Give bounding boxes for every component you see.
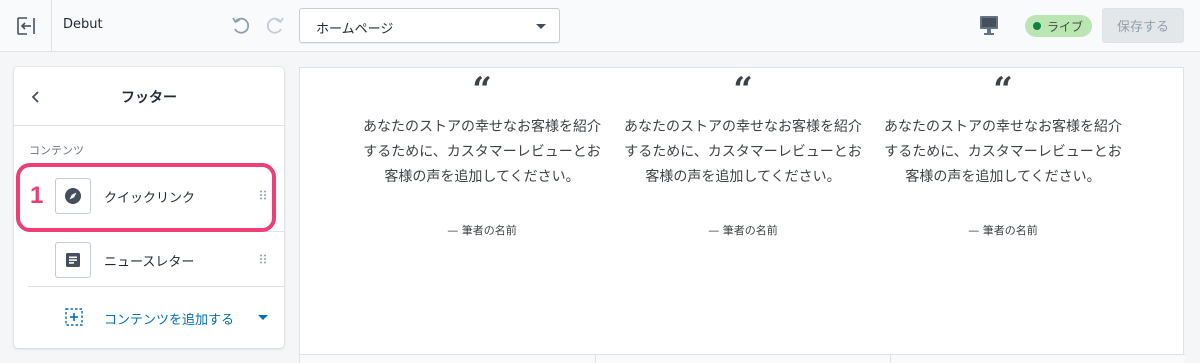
redo-icon xyxy=(266,17,284,34)
divider xyxy=(595,355,596,363)
save-button[interactable]: 保存する xyxy=(1102,8,1184,43)
theme-preview: “ あなたのストアの幸せなお客様を紹介するために、カスタマーレビューとお客様の声… xyxy=(299,67,1185,363)
page-select[interactable]: ホームページ xyxy=(299,8,560,43)
status-dot-icon xyxy=(1033,22,1041,30)
testimonial-card: “ あなたのストアの幸せなお客様を紹介するために、カスタマーレビューとお客様の声… xyxy=(872,68,1134,238)
live-status-badge: ライブ xyxy=(1025,15,1093,37)
testimonial-text: あなたのストアの幸せなお客様を紹介するために、カスタマーレビューとお客様の声を追… xyxy=(363,119,601,185)
redo-button[interactable] xyxy=(261,12,289,40)
quote-mark-icon: “ xyxy=(472,73,492,105)
block-label: ニュースレター xyxy=(104,255,195,270)
annotation-highlight xyxy=(16,163,276,232)
next-section-edge xyxy=(300,354,1185,363)
testimonial-author: — 筆者の名前 xyxy=(447,224,517,237)
desktop-preview-button[interactable] xyxy=(978,14,1000,38)
testimonial-text: あなたのストアの幸せなお客様を紹介するために、カスタマーレビューとお客様の声を追… xyxy=(884,119,1122,185)
caret-down-icon xyxy=(258,315,268,320)
caret-down-icon xyxy=(536,24,546,29)
block-icon-box xyxy=(55,242,91,278)
content-section-heading: コンテンツ xyxy=(29,144,84,157)
text-block-icon xyxy=(66,253,80,267)
block-item-newsletter[interactable]: ニュースレター xyxy=(28,231,284,285)
testimonial-card: “ あなたのストアの幸せなお客様を紹介するために、カスタマーレビューとお客様の声… xyxy=(351,68,613,238)
live-status-label: ライブ xyxy=(1047,19,1084,34)
undo-icon xyxy=(232,17,250,34)
divider xyxy=(890,355,891,363)
undo-button[interactable] xyxy=(227,12,255,40)
drag-handle-icon[interactable] xyxy=(259,254,267,264)
add-block-icon xyxy=(65,308,83,326)
exit-icon xyxy=(16,17,35,35)
testimonial-author: — 筆者の名前 xyxy=(708,224,778,237)
panel-title: フッター xyxy=(121,90,177,106)
editor-topbar: Debut ホームページ ライブ 保存する xyxy=(0,0,1200,52)
add-content-button[interactable]: コンテンツを追加する xyxy=(28,286,284,348)
page-select-value: ホームページ xyxy=(316,22,394,37)
testimonial-card: “ あなたのストアの幸せなお客様を紹介するために、カスタマーレビューとお客様の声… xyxy=(612,68,874,238)
theme-name: Debut xyxy=(63,17,103,32)
testimonial-author: — 筆者の名前 xyxy=(968,224,1038,237)
exit-editor-button[interactable] xyxy=(0,0,52,52)
add-content-label: コンテンツを追加する xyxy=(104,313,235,328)
quote-mark-icon: “ xyxy=(993,73,1013,105)
quote-mark-icon: “ xyxy=(733,73,753,105)
annotation-number: 1 xyxy=(30,182,44,209)
testimonial-text: あなたのストアの幸せなお客様を紹介するために、カスタマーレビューとお客様の声を追… xyxy=(624,119,862,185)
panel-header: フッター xyxy=(14,67,284,126)
desktop-icon xyxy=(980,16,998,35)
